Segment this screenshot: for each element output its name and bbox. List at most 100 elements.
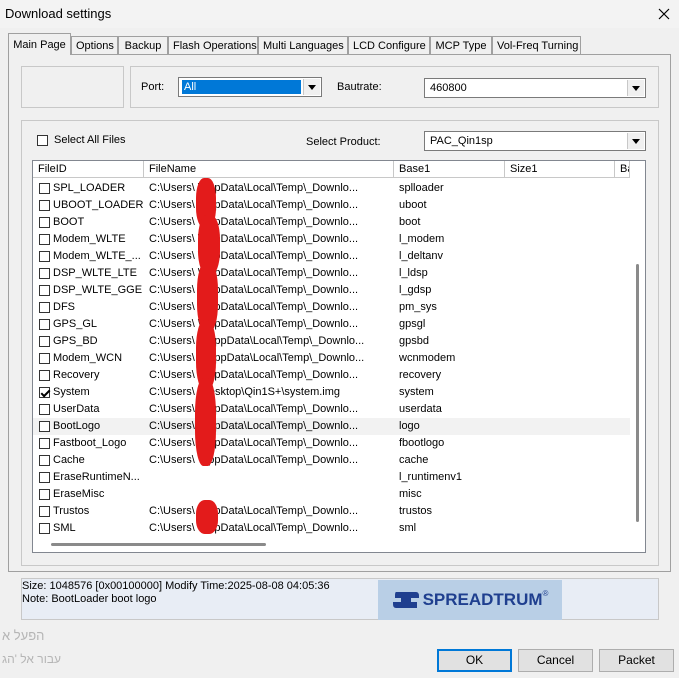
- product-select[interactable]: PAC_Qin1sp: [424, 131, 646, 151]
- table-row[interactable]: Fastboot_Logo C:\Users\ \AppData\Local\Te…: [33, 435, 630, 452]
- tab-flash-operations[interactable]: Flash Operations: [168, 36, 258, 54]
- cell-fileid: BootLogo: [53, 420, 101, 432]
- table-row[interactable]: SML C:\Users\ \AppData\Local\Temp\_Downlo…: [33, 520, 630, 537]
- cell-base1: pm_sys: [399, 301, 437, 313]
- table-row[interactable]: Modem_WLTE C:\Users\ \AppData\Local\Temp\…: [33, 231, 630, 248]
- cell-base1: uboot: [399, 199, 427, 211]
- row-checkbox[interactable]: [39, 523, 50, 534]
- row-checkbox[interactable]: [39, 370, 50, 381]
- row-checkbox[interactable]: [39, 251, 50, 262]
- select-all-files-checkbox[interactable]: Select All Files: [37, 134, 126, 146]
- cell-fileid: EraseRuntimeN...: [53, 471, 140, 483]
- cell-base1: userdata: [399, 403, 442, 415]
- ok-button[interactable]: OK: [437, 649, 512, 672]
- column-header-fileid[interactable]: FileID: [33, 161, 144, 178]
- table-row[interactable]: BOOT C:\Users\ \AppData\Local\Temp\_Downl…: [33, 214, 630, 231]
- table-row[interactable]: UserData C:\Users\ \AppData\Local\Temp\_D…: [33, 401, 630, 418]
- port-select[interactable]: All: [178, 77, 322, 97]
- table-row[interactable]: Trustos C:\Users\ \AppData\Local\Temp\_Do…: [33, 503, 630, 520]
- row-checkbox[interactable]: [39, 183, 50, 194]
- row-checkbox[interactable]: [39, 506, 50, 517]
- cell-base1: l_deltanv: [399, 250, 444, 262]
- cell-filename: C:\Users\ \AppData\Local\Temp\_Downlo...: [149, 369, 359, 381]
- packet-button[interactable]: Packet: [599, 649, 674, 672]
- cell-filename: C:\Users\ \AppData\Local\Temp\_Downlo...: [149, 182, 359, 194]
- select-product-label: Select Product:: [306, 136, 381, 148]
- row-checkbox[interactable]: [39, 285, 50, 296]
- cell-fileid: GPS_BD: [53, 335, 98, 347]
- table-row[interactable]: Recovery C:\Users\ \AppData\Local\Temp\_D…: [33, 367, 630, 384]
- tab-mcp-type[interactable]: MCP Type: [430, 36, 492, 54]
- column-header-filename[interactable]: FileName: [144, 161, 394, 178]
- table-row[interactable]: EraseMisc misc: [33, 486, 630, 503]
- tab-options[interactable]: Options: [71, 36, 118, 54]
- tab-vol-freq-turning[interactable]: Vol-Freq Turning: [492, 36, 581, 54]
- table-row[interactable]: Modem_WLTE_... C:\Users\ \AppData\Local\T…: [33, 248, 630, 265]
- cell-filename: C:\Users\ \AppData\Local\Temp\_Downlo...: [149, 216, 359, 228]
- cell-filename: C:\Users\ \AppData\Local\Temp\_Downlo...: [149, 454, 359, 466]
- row-checkbox[interactable]: [39, 472, 50, 483]
- row-checkbox[interactable]: [39, 489, 50, 500]
- row-checkbox[interactable]: [39, 438, 50, 449]
- close-icon: [658, 8, 669, 20]
- cell-base1: gpsbd: [399, 335, 429, 347]
- tab-multi-languages[interactable]: Multi Languages: [258, 36, 348, 54]
- table-row[interactable]: SPL_LOADER C:\Users\ \AppData\Local\Temp\…: [33, 180, 630, 197]
- row-checkbox[interactable]: [39, 455, 50, 466]
- table-row[interactable]: UBOOT_LOADER C:\Users\ \AppData\Local\Tem…: [33, 197, 630, 214]
- cell-fileid: EraseMisc: [53, 488, 105, 500]
- table-row[interactable]: DSP_WLTE_GGE C:\Users\ \AppData\Local\Tem…: [33, 282, 630, 299]
- tab-main-page[interactable]: Main Page: [8, 33, 71, 55]
- row-checkbox[interactable]: [39, 336, 50, 347]
- row-checkbox[interactable]: [39, 217, 50, 228]
- table-row[interactable]: GPS_BD C:\Users\ 3\AppData\Local\Temp\_Do…: [33, 333, 630, 350]
- row-checkbox[interactable]: [39, 302, 50, 313]
- cell-base1: wcnmodem: [399, 352, 456, 364]
- vertical-scroll-thumb[interactable]: [636, 264, 639, 522]
- cell-fileid: Modem_WLTE_...: [53, 250, 141, 262]
- cell-base1: system: [399, 386, 434, 398]
- select-all-check-box[interactable]: [37, 134, 48, 146]
- cell-filename: C:\Users\ \Desktop\Qin1S+\system.img: [149, 386, 341, 398]
- vertical-scrollbar[interactable]: [630, 178, 645, 552]
- cell-base1: recovery: [399, 369, 442, 381]
- spreadtrum-logo: SPREADTRUM ®: [378, 580, 562, 620]
- table-row[interactable]: System C:\Users\ \Desktop\Qin1S+\system.i…: [33, 384, 630, 401]
- row-checkbox[interactable]: [39, 353, 50, 364]
- row-checkbox[interactable]: [39, 404, 50, 415]
- cell-fileid: Cache: [53, 454, 85, 466]
- select-all-label: Select All Files: [54, 134, 126, 146]
- horizontal-scrollbar[interactable]: [33, 537, 630, 552]
- cell-fileid: DSP_WLTE_LTE: [53, 267, 137, 279]
- table-row[interactable]: Cache C:\Users\ \AppData\Local\Temp\_Down…: [33, 452, 630, 469]
- row-checkbox[interactable]: [39, 234, 50, 245]
- file-list[interactable]: FileID FileName Base1 Size1 Ba SPL_LOADE…: [32, 160, 646, 553]
- horizontal-scroll-thumb[interactable]: [51, 543, 266, 546]
- row-checkbox[interactable]: [39, 319, 50, 330]
- row-checkbox[interactable]: [39, 387, 50, 398]
- background-text: הפעל א: [2, 628, 45, 643]
- table-row[interactable]: GPS_GL C:\Users\ \AppData\Local\Temp\_Dow…: [33, 316, 630, 333]
- chevron-down-icon: [303, 79, 320, 95]
- close-button[interactable]: [648, 0, 679, 28]
- column-header-ba[interactable]: Ba: [615, 161, 630, 178]
- baudrate-value: 460800: [430, 82, 467, 94]
- tab-backup[interactable]: Backup: [118, 36, 168, 54]
- cell-fileid: UserData: [53, 403, 100, 415]
- row-checkbox[interactable]: [39, 200, 50, 211]
- table-row[interactable]: DSP_WLTE_LTE C:\Users\ \AppData\Local\Tem…: [33, 265, 630, 282]
- tab-lcd-configure[interactable]: LCD Configure: [348, 36, 430, 54]
- cancel-button[interactable]: Cancel: [518, 649, 593, 672]
- table-row[interactable]: EraseRuntimeN... l_runtimenv1: [33, 469, 630, 486]
- cell-fileid: Fastboot_Logo: [53, 437, 127, 449]
- row-checkbox[interactable]: [39, 268, 50, 279]
- row-checkbox[interactable]: [39, 421, 50, 432]
- table-row[interactable]: BootLogo C:\Users\ \AppData\Local\Temp\_D…: [33, 418, 630, 435]
- table-row[interactable]: Modem_WCN C:\Users\ 3\AppData\Local\Temp\…: [33, 350, 630, 367]
- baudrate-select[interactable]: 460800: [424, 78, 646, 98]
- cell-base1: sml: [399, 522, 417, 534]
- column-header-size1[interactable]: Size1: [505, 161, 615, 178]
- table-row[interactable]: DFS C:\Users\ \AppData\Local\Temp\_Downlo…: [33, 299, 630, 316]
- cell-filename: C:\Users\ \AppData\Local\Temp\_Downlo...: [149, 522, 359, 534]
- column-header-base1[interactable]: Base1: [394, 161, 505, 178]
